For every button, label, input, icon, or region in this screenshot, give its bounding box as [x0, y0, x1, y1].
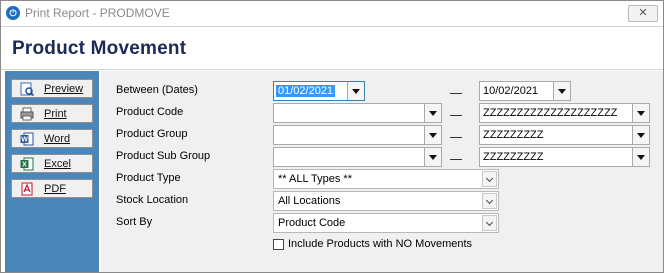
svg-text:W: W: [21, 137, 28, 144]
title-bar: ⏻ Print Report - PRODMOVE ✕: [1, 1, 663, 26]
product-group-label: Product Group: [116, 128, 188, 140]
product-group-from-dropdown-arrow[interactable]: [424, 126, 441, 144]
product-code-from-field[interactable]: [273, 103, 442, 123]
dates-label: Between (Dates): [116, 84, 198, 96]
excel-button[interactable]: X Excel: [11, 154, 93, 173]
stock-location-select[interactable]: All Locations: [273, 191, 499, 211]
sort-by-select[interactable]: Product Code: [273, 213, 499, 233]
stock-location-label: Stock Location: [116, 194, 189, 206]
product-code-label: Product Code: [116, 106, 184, 118]
svg-text:X: X: [22, 162, 27, 169]
range-dash: [450, 159, 462, 160]
preview-label: Preview: [44, 83, 84, 95]
date-from-field[interactable]: 01/02/2021: [273, 81, 365, 101]
chevron-down-icon[interactable]: [482, 171, 497, 187]
word-button[interactable]: W Word: [11, 129, 93, 148]
date-to-dropdown-arrow[interactable]: [553, 82, 570, 100]
window-title: Print Report - PRODMOVE: [25, 6, 170, 20]
report-options-panel: Between (Dates) 01/02/2021 10/02/2021 Pr…: [101, 71, 663, 272]
date-to-field[interactable]: 10/02/2021: [479, 81, 571, 101]
print-label: Print: [44, 108, 67, 120]
sort-by-value: Product Code: [278, 217, 346, 229]
product-code-to-field[interactable]: ZZZZZZZZZZZZZZZZZZZZ: [479, 103, 650, 123]
pdf-label: PDF: [44, 183, 66, 195]
range-dash: [450, 93, 462, 94]
product-group-to-value: ZZZZZZZZZ: [483, 129, 544, 141]
product-code-to-value: ZZZZZZZZZZZZZZZZZZZZ: [483, 107, 618, 119]
page-title: Product Movement: [12, 38, 187, 59]
chevron-down-icon[interactable]: [482, 215, 497, 231]
range-dash: [450, 115, 462, 116]
date-to-value: 10/02/2021: [483, 85, 539, 97]
product-group-from-field[interactable]: [273, 125, 442, 145]
product-group-to-dropdown-arrow[interactable]: [632, 126, 649, 144]
pdf-button[interactable]: PDF: [11, 179, 93, 198]
printer-icon: [20, 107, 34, 121]
word-label: Word: [44, 133, 71, 145]
product-type-label: Product Type: [116, 172, 181, 184]
product-group-to-field[interactable]: ZZZZZZZZZ: [479, 125, 650, 145]
excel-icon: X: [20, 157, 34, 171]
include-no-movements-checkbox[interactable]: [273, 239, 284, 250]
product-sub-group-to-dropdown-arrow[interactable]: [632, 148, 649, 166]
sort-by-label: Sort By: [116, 216, 153, 228]
date-from-value: 01/02/2021: [276, 85, 336, 97]
include-no-movements-label[interactable]: Include Products with NO Movements: [288, 238, 472, 250]
close-button[interactable]: ✕: [628, 5, 658, 22]
stock-location-value: All Locations: [278, 195, 341, 207]
product-sub-group-to-value: ZZZZZZZZZ: [483, 151, 544, 163]
report-header: Product Movement: [1, 26, 663, 70]
product-type-select[interactable]: ** ALL Types **: [273, 169, 499, 189]
product-sub-group-from-dropdown-arrow[interactable]: [424, 148, 441, 166]
chevron-down-icon[interactable]: [482, 193, 497, 209]
date-from-dropdown-arrow[interactable]: [347, 82, 364, 100]
product-sub-group-to-field[interactable]: ZZZZZZZZZ: [479, 147, 650, 167]
pdf-icon: [21, 182, 33, 196]
word-icon: W: [20, 132, 34, 146]
product-sub-group-from-field[interactable]: [273, 147, 442, 167]
sidebar: Preview Print W Word X Excel PDF: [5, 71, 99, 272]
preview-icon: [20, 82, 34, 96]
product-sub-group-label: Product Sub Group: [116, 150, 211, 162]
product-code-to-dropdown-arrow[interactable]: [632, 104, 649, 122]
excel-label: Excel: [44, 158, 71, 170]
product-type-value: ** ALL Types **: [278, 173, 352, 185]
preview-button[interactable]: Preview: [11, 79, 93, 98]
range-dash: [450, 137, 462, 138]
close-icon: ✕: [638, 7, 648, 19]
print-report-window: ⏻ Print Report - PRODMOVE ✕ Product Move…: [0, 0, 664, 273]
print-button[interactable]: Print: [11, 104, 93, 123]
app-power-icon: ⏻: [6, 6, 20, 20]
product-code-from-dropdown-arrow[interactable]: [424, 104, 441, 122]
